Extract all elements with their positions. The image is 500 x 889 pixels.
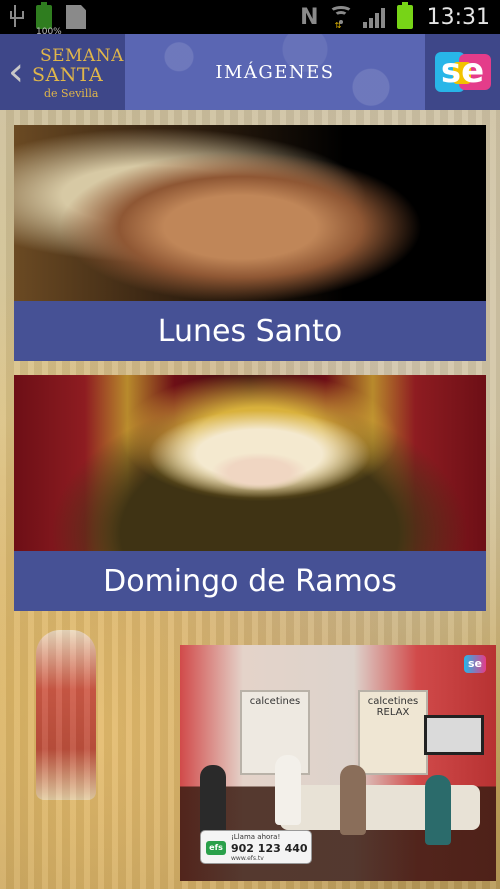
card-image (14, 125, 486, 301)
wifi-icon: ⇅ (328, 6, 353, 30)
ad-poster-left-text: calcetines (249, 696, 301, 707)
ad-person (275, 755, 301, 825)
card-image (14, 375, 486, 551)
battery-icon (396, 2, 413, 29)
video-ad[interactable]: calcetines calcetines RELAX se efs ¡Llam… (180, 645, 496, 881)
usb-icon (8, 3, 24, 29)
status-bar: 100% N ⇅ 13:31 (0, 0, 500, 37)
ad-person (425, 775, 451, 845)
brand-button[interactable]: se (425, 34, 500, 110)
semana-santa-logo: SEMANA SANTA de Sevilla (26, 44, 123, 100)
nfc-icon: N (300, 4, 319, 30)
gallery-card-lunes-santo[interactable]: Lunes Santo (14, 125, 486, 361)
logo-line-2: SANTA (32, 64, 104, 86)
status-bar-right: N ⇅ 13:31 (300, 0, 490, 34)
card-caption: Domingo de Ramos (14, 551, 486, 611)
sd-card-icon (66, 5, 86, 29)
ad-poster-right-text: calcetines RELAX (367, 696, 419, 718)
ad-tv-screen (424, 715, 484, 755)
ad-person (200, 765, 226, 835)
page-title: IMÁGENES (215, 61, 335, 83)
ad-site: www.efs.tv (231, 855, 264, 862)
app-bar: ‹ SEMANA SANTA de Sevilla IMÁGENES se (0, 34, 500, 110)
card-caption: Lunes Santo (14, 301, 486, 361)
ad-se-badge: se (464, 655, 486, 673)
brand-icon-text: se (440, 51, 485, 91)
ad-poster-right: calcetines RELAX (358, 690, 428, 775)
se-brand-icon: se (434, 51, 491, 92)
gallery-card-domingo-de-ramos[interactable]: Domingo de Ramos (14, 375, 486, 611)
clock: 13:31 (426, 4, 490, 30)
ad-call-text: ¡Llama ahora! (231, 833, 281, 841)
efs-logo: efs (206, 841, 226, 855)
chevron-left-icon: ‹ (8, 49, 24, 95)
ad-phone-number: 902 123 440 (231, 842, 308, 855)
background-saint-figure (36, 630, 96, 800)
signal-icon (362, 6, 387, 28)
back-button[interactable]: ‹ SEMANA SANTA de Sevilla (0, 34, 125, 110)
logo-line-1: SEMANA (40, 46, 124, 66)
status-bar-left: 100% (8, 2, 86, 37)
battery-small-icon: 100% (36, 2, 62, 37)
ad-phone-box: efs ¡Llama ahora! 902 123 440 www.efs.tv (200, 830, 312, 864)
ad-person (340, 765, 366, 835)
logo-line-3: de Sevilla (44, 87, 99, 100)
